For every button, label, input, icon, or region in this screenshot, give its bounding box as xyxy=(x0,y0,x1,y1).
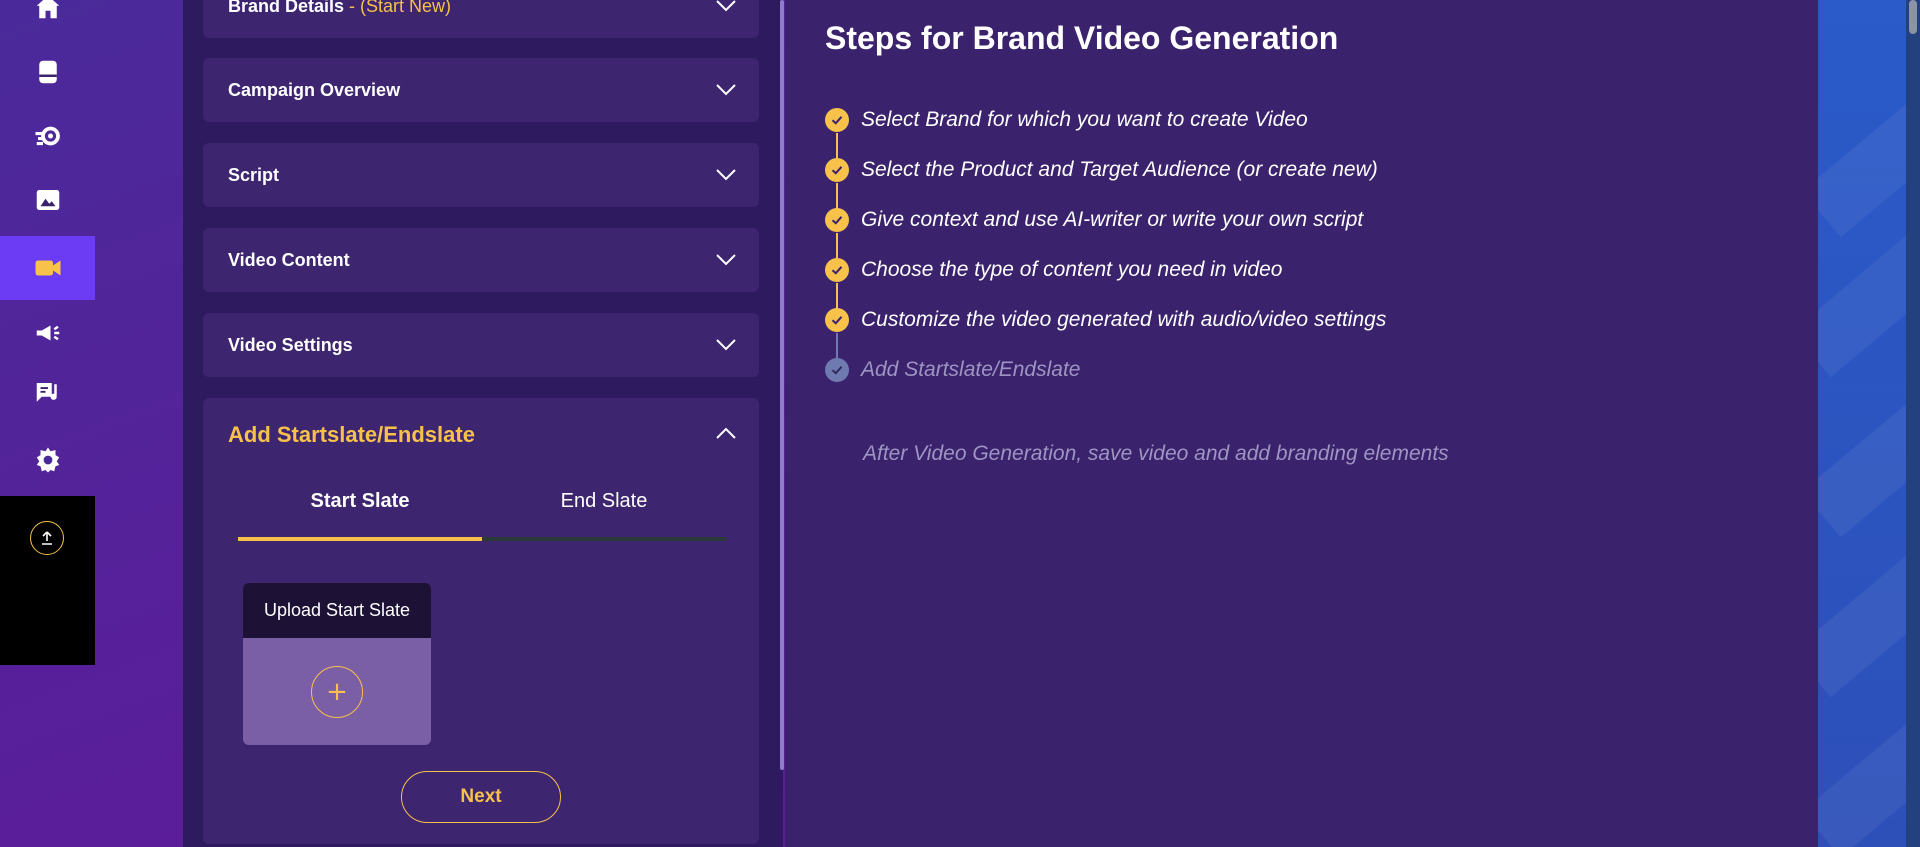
step-text: Select Brand for which you want to creat… xyxy=(861,108,1308,131)
step-connector xyxy=(836,233,838,259)
step-item: Give context and use AI-writer or write … xyxy=(825,207,1363,233)
chevron-down-icon xyxy=(716,84,736,96)
chevron-down-icon xyxy=(716,169,736,181)
step-connector xyxy=(836,183,838,209)
accordion-startslate-title[interactable]: Add Startslate/Endslate xyxy=(228,422,475,448)
tab-indicator-track xyxy=(238,537,726,541)
background-decoration xyxy=(1818,0,1906,847)
accordion-video-settings-title: Video Settings xyxy=(228,334,353,355)
sidebar-bottom xyxy=(0,496,95,665)
step-connector xyxy=(836,333,838,359)
plus-icon[interactable]: + xyxy=(311,666,363,718)
upload-start-slate-label: Upload Start Slate xyxy=(243,583,431,638)
after-generation-note: After Video Generation, save video and a… xyxy=(863,442,1449,465)
step-text: Customize the video generated with audio… xyxy=(861,308,1387,331)
chevron-up-icon[interactable] xyxy=(715,426,737,440)
steps-guide-panel: Steps for Brand Video Generation Select … xyxy=(785,0,1818,847)
sidebar-item-settings[interactable] xyxy=(0,428,95,492)
upload-button[interactable] xyxy=(30,521,64,555)
page-scrollbar-thumb[interactable] xyxy=(1909,0,1917,34)
upload-start-slate-card[interactable]: Upload Start Slate + xyxy=(243,583,431,745)
accordion-video-content-title: Video Content xyxy=(228,249,350,270)
tab-end-slate[interactable]: End Slate xyxy=(482,490,726,513)
step-connector xyxy=(836,283,838,309)
megaphone-icon xyxy=(36,325,59,341)
step-text: Add Startslate/Endslate xyxy=(861,358,1081,381)
accordion-video-content[interactable]: Video Content xyxy=(203,228,759,292)
step-item: Select Brand for which you want to creat… xyxy=(825,107,1308,133)
sidebar-item-campaigns[interactable] xyxy=(0,301,95,365)
step-item: Customize the video generated with audio… xyxy=(825,307,1386,333)
home-icon xyxy=(36,0,59,19)
chevron-down-icon xyxy=(716,254,736,266)
accordion-campaign-overview[interactable]: Campaign Overview xyxy=(203,58,759,122)
sidebar-item-ai[interactable] xyxy=(0,104,95,168)
step-text: Select the Product and Target Audience (… xyxy=(861,158,1378,181)
sidebar-item-scripts[interactable] xyxy=(0,361,95,425)
upload-drop-area[interactable]: + xyxy=(243,638,431,745)
accordion-script-title: Script xyxy=(228,164,280,185)
sidebar-item-home[interactable] xyxy=(0,0,95,39)
music-script-icon xyxy=(36,383,57,402)
accordion-brand-details-title: Brand Details - (Start New) xyxy=(228,0,451,17)
step-item: Add Startslate/Endslate xyxy=(825,357,1080,383)
accordion-startslate-endslate: Add Startslate/Endslate Start Slate End … xyxy=(203,398,759,844)
tab-indicator xyxy=(238,537,482,541)
accordion-script[interactable]: Script xyxy=(203,143,759,207)
image-icon xyxy=(36,190,59,210)
video-camera-icon xyxy=(35,260,60,276)
sidebar-item-library[interactable] xyxy=(0,40,95,104)
step-item: Select the Product and Target Audience (… xyxy=(825,157,1378,183)
check-icon xyxy=(825,308,849,332)
check-icon xyxy=(825,358,849,382)
upload-icon xyxy=(42,531,52,545)
form-scrollbar[interactable] xyxy=(780,0,784,770)
check-icon xyxy=(825,108,849,132)
accordion-video-settings[interactable]: Video Settings xyxy=(203,313,759,377)
brand-details-label: Brand Details xyxy=(228,0,345,16)
steps-title: Steps for Brand Video Generation xyxy=(825,20,1339,56)
sidebar-item-images[interactable] xyxy=(0,168,95,232)
sidebar-item-video[interactable] xyxy=(0,236,95,300)
next-button[interactable]: Next xyxy=(401,771,561,823)
brand-details-status: - (Start New) xyxy=(344,0,452,16)
brain-gear-icon xyxy=(35,126,60,146)
sidebar xyxy=(0,0,95,665)
chevron-down-icon xyxy=(716,0,736,12)
step-item: Choose the type of content you need in v… xyxy=(825,257,1282,283)
book-icon xyxy=(38,60,57,84)
tab-start-slate[interactable]: Start Slate xyxy=(238,490,482,513)
check-icon xyxy=(825,208,849,232)
step-text: Choose the type of content you need in v… xyxy=(861,258,1283,281)
chevron-down-icon xyxy=(716,339,736,351)
step-connector xyxy=(836,133,838,159)
page-scrollbar[interactable] xyxy=(1906,0,1920,847)
step-text: Give context and use AI-writer or write … xyxy=(861,208,1364,231)
accordion-brand-details[interactable]: Brand Details - (Start New) xyxy=(203,0,759,38)
accordion-campaign-overview-title: Campaign Overview xyxy=(228,79,401,100)
check-icon xyxy=(825,158,849,182)
gear-icon xyxy=(36,447,59,473)
check-icon xyxy=(825,258,849,282)
